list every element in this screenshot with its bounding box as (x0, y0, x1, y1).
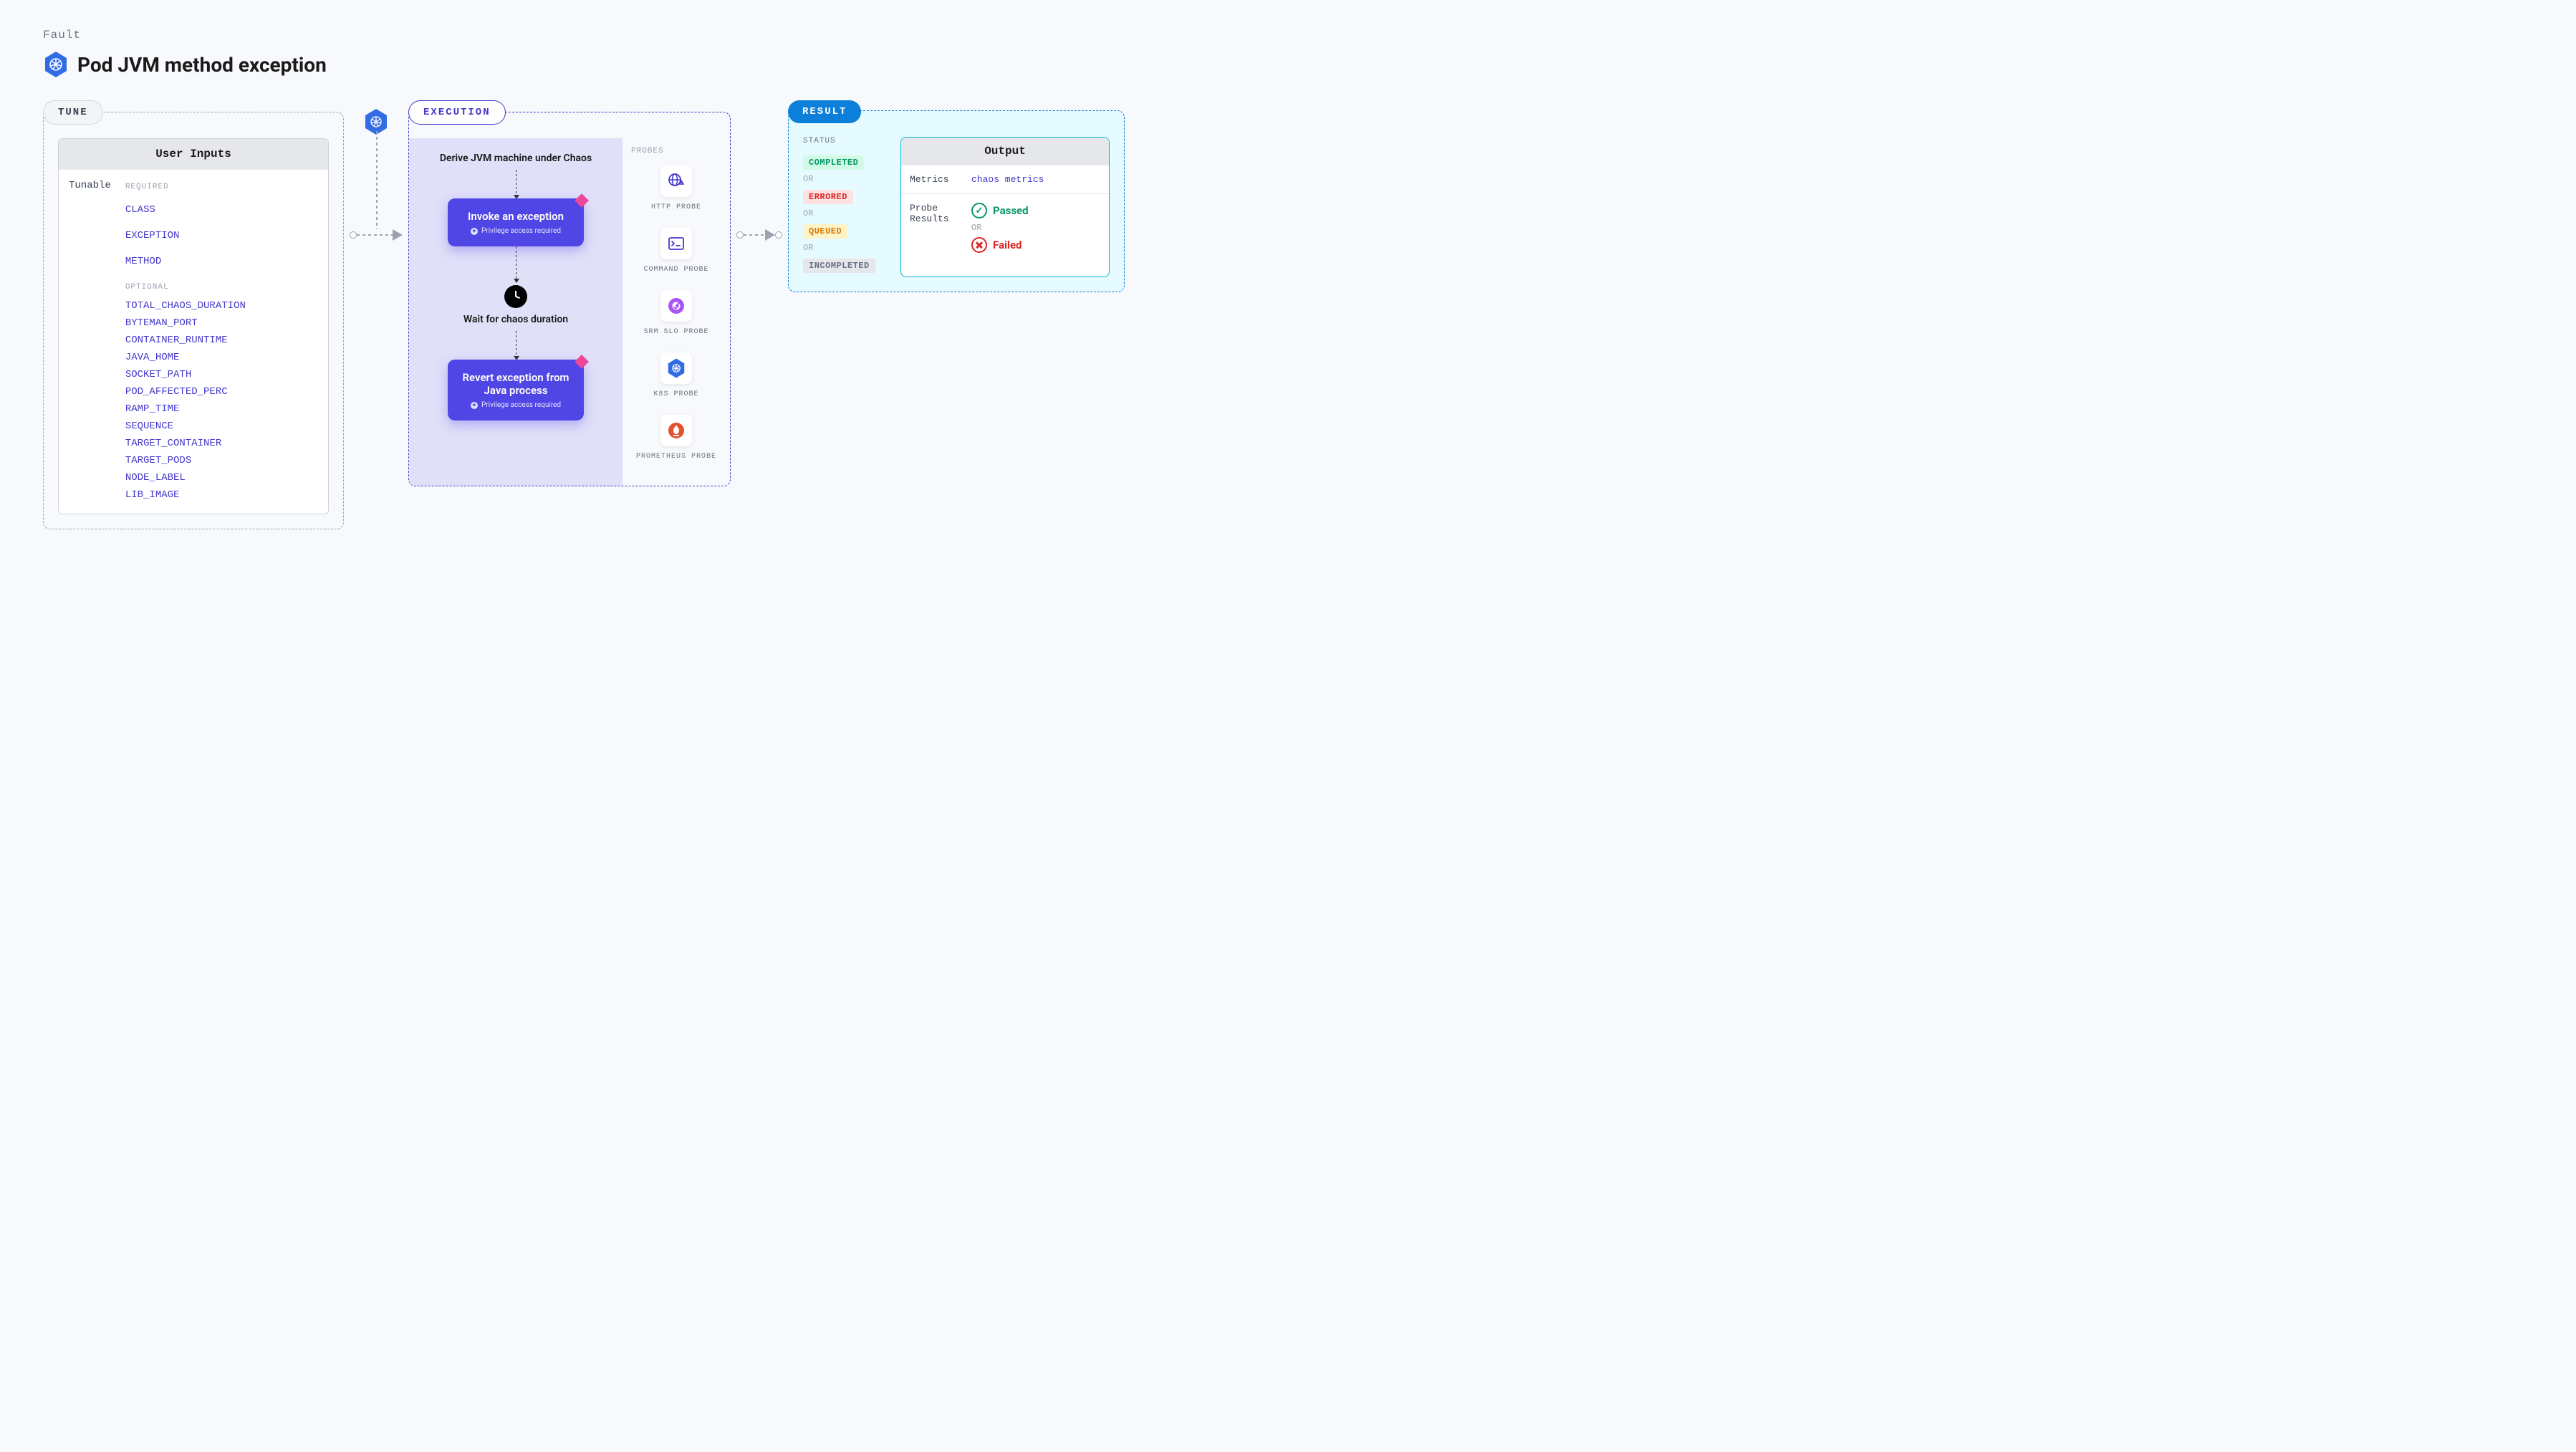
probe-label: COMMAND PROBE (643, 265, 708, 274)
param-sequence[interactable]: SEQUENCE (125, 418, 318, 435)
check-circle-icon: ✓ (971, 203, 987, 218)
kubernetes-icon (43, 50, 69, 79)
param-ramp-time[interactable]: RAMP_TIME (125, 400, 318, 418)
prometheus-probe: PROMETHEUS PROBE (631, 415, 721, 461)
probes-header: PROBES (631, 147, 721, 155)
optional-label: OPTIONAL (125, 283, 318, 292)
param-total-chaos-duration[interactable]: TOTAL_CHAOS_DURATION (125, 297, 318, 314)
status-errored: ERRORED (803, 190, 853, 204)
result-column: RESULT STATUS COMPLETED OR ERRORED OR QU… (788, 100, 1125, 292)
param-target-container[interactable]: TARGET_CONTAINER (125, 435, 318, 452)
required-label: REQUIRED (125, 183, 318, 191)
tune-column: TUNE User Inputs Tunable REQUIRED CLASS … (43, 100, 344, 529)
metrics-value[interactable]: chaos metrics (971, 174, 1044, 185)
globe-icon (660, 165, 692, 197)
http-probe: HTTP PROBE (631, 165, 721, 212)
arrow-right-icon (393, 229, 403, 241)
or-text: OR (803, 208, 889, 218)
param-node-label[interactable]: NODE_LABEL (125, 469, 318, 486)
tunable-label: Tunable (69, 180, 111, 504)
arrow-right-icon (765, 229, 775, 241)
param-lib-image[interactable]: LIB_IMAGE (125, 486, 318, 504)
invoke-exception-title: Invoke an exception (462, 210, 569, 223)
step-derive-jvm: Derive JVM machine under Chaos (440, 153, 592, 164)
fault-label: Fault (43, 29, 2533, 42)
param-class[interactable]: CLASS (125, 197, 318, 223)
probe-label: SRM SLO PROBE (643, 327, 708, 337)
status-passed: ✓ Passed (971, 203, 1029, 218)
output-box: Output Metrics chaos metrics Probe Resul… (900, 137, 1110, 277)
chaos-marker-icon (575, 355, 588, 368)
status-queued: QUEUED (803, 224, 847, 239)
diagram: TUNE User Inputs Tunable REQUIRED CLASS … (43, 100, 2533, 529)
execution-section-label: EXECUTION (408, 100, 506, 125)
gauge-icon (660, 290, 692, 322)
or-text: OR (803, 243, 889, 253)
terminal-icon (660, 228, 692, 259)
param-target-pods[interactable]: TARGET_PODS (125, 452, 318, 469)
result-section-label: RESULT (788, 100, 861, 123)
page-title: Pod JVM method exception (77, 53, 327, 77)
connector-tune-execution (344, 229, 408, 241)
k8s-probe: K8S PROBE (631, 352, 721, 399)
revert-exception-title: Revert exception from Java process (462, 371, 569, 397)
tune-box: User Inputs Tunable REQUIRED CLASS EXCEP… (43, 112, 344, 529)
wait-chaos-text: Wait for chaos duration (463, 314, 568, 325)
x-circle-icon (971, 237, 987, 253)
clock-icon (504, 285, 527, 308)
privilege-text: Privilege access required (481, 401, 561, 409)
revert-exception-card: Revert exception from Java process ✦Priv… (448, 360, 584, 420)
privilege-icon: ✦ (471, 402, 478, 409)
param-method[interactable]: METHOD (125, 249, 318, 274)
param-byteman-port[interactable]: BYTEMAN_PORT (125, 314, 318, 332)
param-socket-path[interactable]: SOCKET_PATH (125, 366, 318, 383)
tune-section-label: TUNE (43, 100, 103, 125)
kubernetes-icon (660, 352, 692, 384)
connector-execution-result (731, 229, 788, 241)
status-failed: Failed (971, 237, 1029, 253)
chaos-marker-icon (575, 194, 588, 207)
probe-label: HTTP PROBE (651, 203, 701, 212)
output-header: Output (901, 138, 1109, 165)
status-header: STATUS (803, 137, 889, 145)
command-probe: COMMAND PROBE (631, 228, 721, 274)
status-incompleted: INCOMPLETED (803, 259, 875, 273)
header: Fault Pod JVM method exception (43, 29, 2533, 79)
status-completed: COMPLETED (803, 155, 864, 170)
probe-results-label: Probe Results (910, 203, 960, 253)
srm-slo-probe: SRM SLO PROBE (631, 290, 721, 337)
failed-text: Failed (993, 239, 1022, 251)
execution-box: Derive JVM machine under Chaos Invoke an… (408, 112, 731, 486)
probe-label: PROMETHEUS PROBE (636, 452, 716, 461)
or-text: OR (803, 174, 889, 184)
param-java-home[interactable]: JAVA_HOME (125, 349, 318, 366)
passed-text: Passed (993, 204, 1029, 217)
privilege-icon: ✦ (471, 228, 478, 235)
execution-column: EXECUTION Derive JVM machine under Chaos… (408, 100, 731, 486)
result-box: STATUS COMPLETED OR ERRORED OR QUEUED OR… (788, 110, 1125, 292)
probe-label: K8S PROBE (653, 390, 698, 399)
invoke-exception-card: Invoke an exception ✦Privilege access re… (448, 198, 584, 246)
param-exception[interactable]: EXCEPTION (125, 223, 318, 249)
param-pod-affected-perc[interactable]: POD_AFFECTED_PERC (125, 383, 318, 400)
privilege-text: Privilege access required (481, 227, 561, 235)
prometheus-icon (660, 415, 692, 446)
metrics-label: Metrics (910, 174, 960, 185)
user-inputs-header: User Inputs (59, 139, 328, 169)
or-text: OR (971, 223, 1029, 233)
param-container-runtime[interactable]: CONTAINER_RUNTIME (125, 332, 318, 349)
